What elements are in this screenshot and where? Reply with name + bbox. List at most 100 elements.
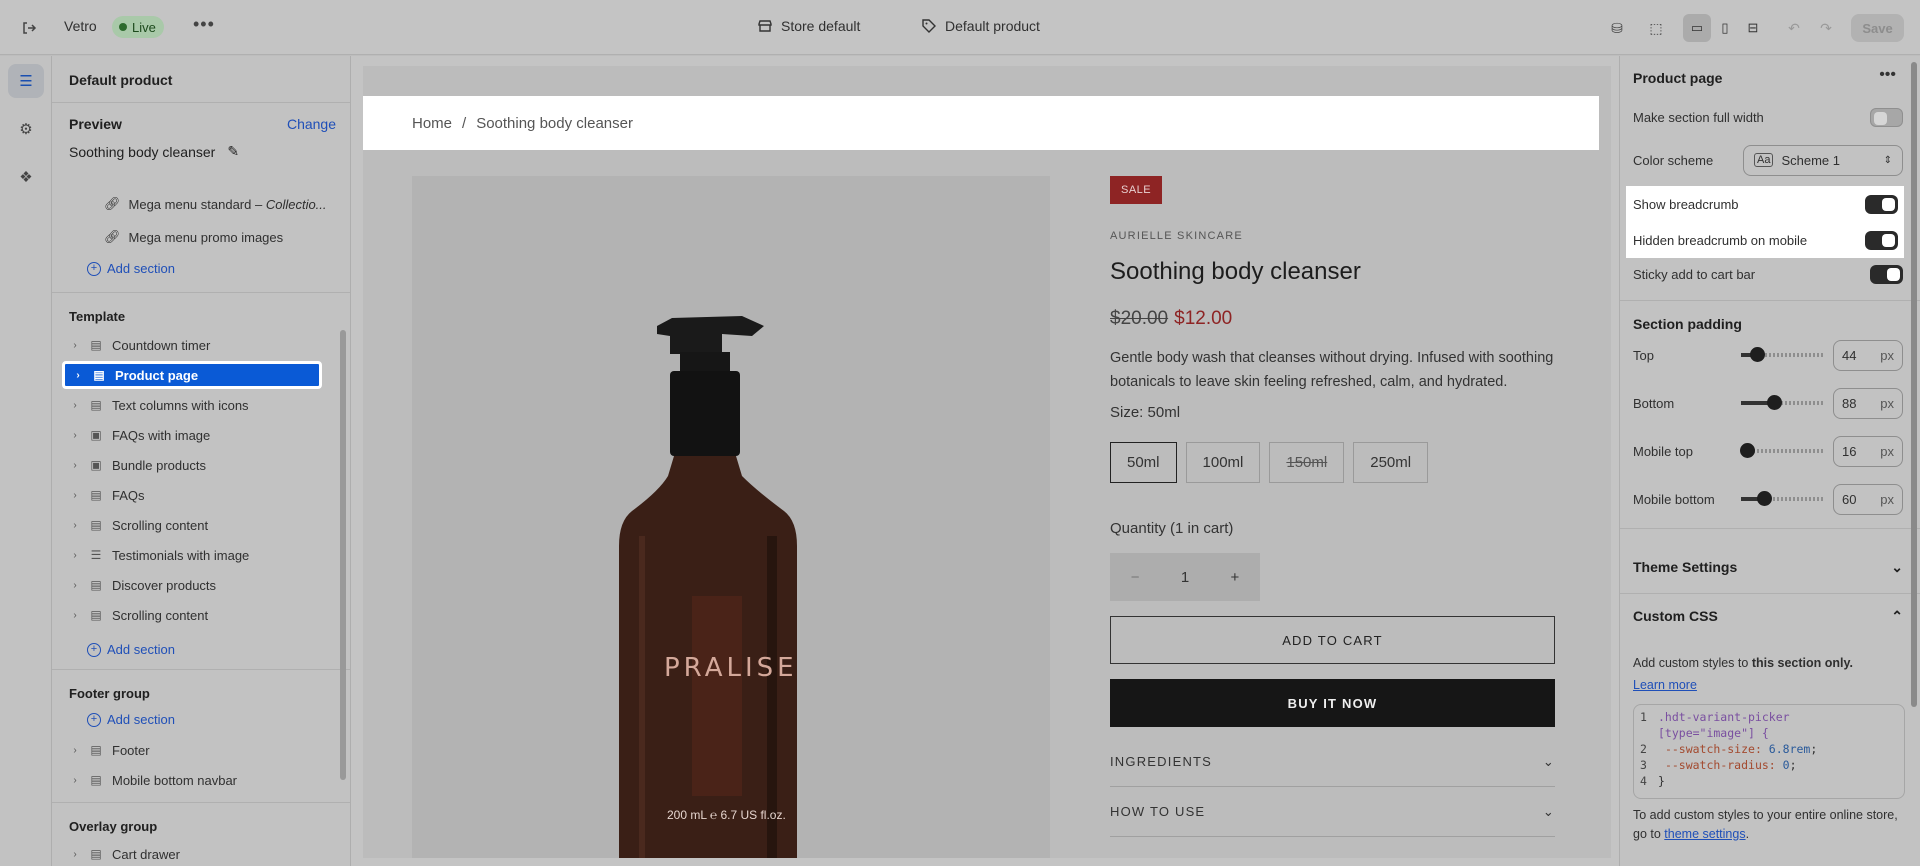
size-option-50ml[interactable]: 50ml [1110,442,1177,483]
add-section-button[interactable]: + Add section [87,712,175,727]
theme-settings-accordion[interactable]: Theme Settings ⌄ [1633,559,1903,576]
minus-icon[interactable]: − [1131,569,1140,586]
chevron-right-icon[interactable]: › [68,460,82,471]
tree-item-text-columns-with-icons[interactable]: › ▤ Text columns with icons [62,391,322,419]
padding-input[interactable]: 44 px [1833,339,1903,371]
accordion-how-to-use[interactable]: HOW TO USE ⌄ [1110,787,1555,837]
padding-slider[interactable] [1741,395,1823,410]
sticky-cart-toggle[interactable] [1870,264,1903,284]
chevron-right-icon[interactable]: › [68,520,82,531]
header-item-italic: Collectio... [265,196,327,212]
code-selector: .hdt-variant-picker [1658,710,1790,724]
learn-more-link[interactable]: Learn more [1633,678,1697,692]
chevron-right-icon[interactable]: › [68,550,82,561]
header-item-mega-menu-standard[interactable]: 🔗︎ Mega menu standard – Collectio... [104,196,327,212]
accordion-ingredients[interactable]: INGREDIENTS ⌄ [1110,737,1555,787]
slider-thumb[interactable] [1756,491,1772,506]
apps-icon[interactable]: ❖ [8,160,44,194]
tree-item-discover-products[interactable]: › ▤ Discover products [62,571,322,599]
padding-slider[interactable] [1741,347,1823,362]
size-option-100ml[interactable]: 100ml [1185,442,1261,483]
more-options-icon[interactable]: ••• [1879,66,1896,84]
save-button[interactable]: Save [1851,14,1904,42]
settings-scrollbar[interactable] [1911,62,1917,707]
full-width-toggle[interactable] [1870,107,1903,127]
breadcrumb-home-link[interactable]: Home [412,115,452,132]
show-breadcrumb-toggle[interactable] [1865,194,1898,214]
tree-item-scrolling-content[interactable]: › ▤ Scrolling content [62,511,322,539]
fullscreen-icon[interactable]: ⊟ [1739,14,1767,42]
vendor-name[interactable]: AURIELLE SKINCARE [1110,230,1243,242]
sections-sidebar: Default product Preview Change Soothing … [52,56,351,866]
undo-icon[interactable]: ↶ [1782,16,1806,40]
chevron-right-icon[interactable]: › [68,430,82,441]
tree-item-bundle-products[interactable]: › ▣ Bundle products [62,451,322,479]
add-to-cart-button[interactable]: ADD TO CART [1110,616,1555,664]
tree-item-cart-drawer[interactable]: › ▤ Cart drawer [62,840,322,866]
tree-item-footer[interactable]: › ▤ Footer [62,736,322,764]
divider [52,292,350,293]
slider-thumb[interactable] [1739,443,1755,458]
chevron-right-icon[interactable]: › [68,849,82,860]
mobile-icon[interactable]: ▯ [1711,14,1739,42]
store-context-button[interactable]: Store default [757,18,860,34]
padding-slider[interactable] [1741,491,1823,506]
redo-icon[interactable]: ↷ [1814,16,1838,40]
custom-css-accordion[interactable]: Custom CSS ⌃ [1633,608,1903,625]
tree-item-countdown-timer[interactable]: › ▤ Countdown timer [62,331,322,359]
chevron-right-icon[interactable]: › [68,580,82,591]
padding-input[interactable]: 60 px [1833,483,1903,515]
size-option-150ml[interactable]: 150ml [1269,442,1345,483]
hidden-breadcrumb-toggle[interactable] [1865,230,1898,250]
settings-gear-icon[interactable]: ⚙ [8,112,44,146]
tree-item-label: Cart drawer [112,846,180,862]
size-option-250ml[interactable]: 250ml [1353,442,1429,483]
slider-thumb[interactable] [1750,347,1766,362]
section-icon: ▤ [90,398,102,412]
tree-item-scrolling-content[interactable]: › ▤ Scrolling content [62,601,322,629]
color-scheme-select[interactable]: Aa Scheme 1 ⇕ [1743,144,1903,176]
quantity-value[interactable]: 1 [1181,569,1189,586]
desktop-icon[interactable]: ▭ [1683,14,1711,42]
buy-now-button[interactable]: BUY IT NOW [1110,679,1555,727]
sidebar-scrollbar[interactable] [340,330,346,780]
divider [1620,528,1920,529]
chevron-right-icon[interactable]: › [68,400,82,411]
chevron-right-icon[interactable]: › [71,370,85,381]
exit-icon[interactable] [18,17,40,39]
padding-input[interactable]: 16 px [1833,435,1903,467]
code-property: --swatch-radius: [1664,758,1783,772]
tree-item-faqs-with-image[interactable]: › ▣ FAQs with image [62,421,322,449]
top-bar: Vetro Live ••• Store default Default pro… [0,0,1920,55]
database-icon[interactable]: ⛁ [1605,16,1629,40]
product-image[interactable]: PRALISE 200 mL ℮ 6.7 US fl.oz. [412,176,1050,858]
inspector-icon[interactable]: ⬚ [1644,16,1668,40]
padding-slider[interactable] [1739,443,1823,458]
add-section-button[interactable]: + Add section [87,261,175,276]
chevron-up-icon: ⌃ [1891,608,1903,624]
chevron-right-icon[interactable]: › [68,340,82,351]
slider-thumb[interactable] [1766,395,1782,410]
sections-icon[interactable]: ☰ [8,64,44,98]
header-item-label: Mega menu promo images [128,229,284,245]
more-actions-icon[interactable]: ••• [193,14,215,35]
change-preview-link[interactable]: Change [287,116,336,132]
product-context-button[interactable]: Default product [921,18,1040,34]
edit-pencil-icon[interactable]: ✎ [227,143,239,160]
add-section-button[interactable]: + Add section [87,642,175,657]
chevron-right-icon[interactable]: › [68,610,82,621]
tree-item-mobile-bottom-navbar[interactable]: › ▤ Mobile bottom navbar [62,766,322,794]
css-code-editor[interactable]: 1 .hdt-variant-picker [type="image"] { 2 … [1633,704,1905,799]
tree-item-label: Discover products [112,577,217,593]
tag-icon [922,19,936,33]
chevron-right-icon[interactable]: › [68,775,82,786]
theme-settings-link[interactable]: theme settings [1664,827,1745,841]
tree-item-faqs[interactable]: › ▤ FAQs [62,481,322,509]
header-item-mega-menu-promo[interactable]: 🔗︎ Mega menu promo images [104,229,283,245]
tree-item-product-page[interactable]: › ▤ Product page [62,361,322,389]
padding-input[interactable]: 88 px [1833,387,1903,419]
tree-item-testimonials-with-image[interactable]: › ☰ Testimonials with image [62,541,322,569]
chevron-right-icon[interactable]: › [68,745,82,756]
chevron-right-icon[interactable]: › [68,490,82,501]
plus-icon[interactable]: + [1231,569,1240,586]
